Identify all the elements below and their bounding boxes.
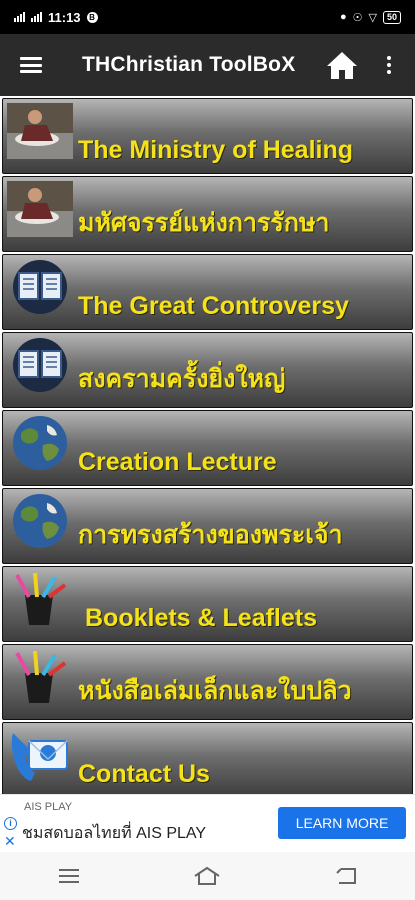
hamburger-menu-button[interactable]	[0, 34, 62, 96]
menu-item-booklets-thai[interactable]: หนังสือเล่มเล็กและใบปลิว	[2, 644, 413, 720]
home-button[interactable]	[322, 46, 362, 84]
app-title: THChristian ToolBoX	[82, 53, 296, 76]
healing-photo-icon	[7, 103, 73, 159]
system-home-button[interactable]	[177, 856, 237, 896]
signal-icon-2	[31, 12, 42, 22]
ad-banner[interactable]: i ✕ AIS PLAY ชมสดบอลไทยที่ AIS PLAY LEAR…	[0, 794, 415, 852]
battery-icon: 50	[382, 10, 401, 24]
menu-item-creation-thai[interactable]: การทรงสร้างของพระเจ้า	[2, 488, 413, 564]
earth-icon	[13, 494, 67, 548]
ad-close-icon[interactable]: ✕	[4, 833, 16, 850]
recents-button[interactable]	[39, 856, 99, 896]
more-options-button[interactable]	[372, 46, 406, 84]
healing-photo-icon	[7, 181, 73, 237]
system-nav-bar	[0, 852, 415, 900]
system-home-icon	[194, 866, 221, 885]
menu-item-creation-lecture[interactable]: Creation Lecture	[2, 410, 413, 486]
earth-icon	[13, 416, 67, 470]
notification-icon: B	[86, 11, 98, 23]
menu-item-label: มหัศจรรย์แห่งการรักษา	[78, 209, 330, 237]
back-button[interactable]	[316, 856, 376, 896]
status-time: 11:13	[48, 9, 81, 25]
pencil-cup-icon	[15, 572, 67, 625]
menu-item-label: การทรงสร้างของพระเจ้า	[78, 521, 343, 549]
hamburger-menu-icon	[20, 57, 42, 73]
menu-item-label: Contact Us	[78, 760, 210, 788]
menu-item-great-controversy-thai[interactable]: สงครามครั้งยิ่งใหญ่	[2, 332, 413, 408]
ad-info-icon[interactable]: i	[4, 817, 17, 830]
book-icon	[13, 338, 67, 392]
menu-item-label: สงครามครั้งยิ่งใหญ่	[78, 365, 286, 393]
home-icon	[327, 52, 357, 79]
more-vert-icon	[387, 56, 391, 60]
mute-icon: ☉	[352, 11, 363, 24]
location-icon: ●	[339, 11, 347, 23]
app-bar: THChristian ToolBoX	[0, 34, 415, 96]
mail-phone-icon	[11, 733, 68, 781]
menu-item-label: The Ministry of Healing	[78, 136, 354, 164]
menu-item-label: หนังสือเล่มเล็กและใบปลิว	[78, 677, 352, 705]
pencil-cup-icon	[15, 650, 67, 703]
book-icon	[13, 260, 67, 314]
menu-item-booklets-leaflets[interactable]: Booklets & Leaflets	[2, 566, 413, 642]
menu-item-label: Booklets & Leaflets	[85, 604, 318, 632]
status-bar: 11:13 B ● ☉ ▽ 50	[0, 0, 415, 34]
signal-icon	[14, 12, 25, 22]
menu-item-label: Creation Lecture	[78, 448, 277, 476]
ad-advertiser: AIS PLAY	[24, 801, 73, 813]
ad-learn-more-button[interactable]: LEARN MORE	[278, 807, 406, 839]
menu-item-great-controversy[interactable]: The Great Controversy	[2, 254, 413, 330]
wifi-icon: ▽	[368, 11, 377, 24]
menu-item-label: The Great Controversy	[78, 292, 349, 320]
ad-headline: ชมสดบอลไทยที่ AIS PLAY	[22, 825, 207, 842]
menu-item-healing-thai[interactable]: มหัศจรรย์แห่งการรักษา	[2, 176, 413, 252]
menu-item-ministry-of-healing[interactable]: The Ministry of Healing	[2, 98, 413, 174]
back-icon	[336, 868, 356, 884]
recents-icon	[59, 869, 80, 883]
menu-item-contact-us[interactable]: Contact Us	[2, 722, 413, 794]
menu-list: The Ministry of Healing มหัศจรรย์แห่งการ…	[0, 96, 415, 794]
